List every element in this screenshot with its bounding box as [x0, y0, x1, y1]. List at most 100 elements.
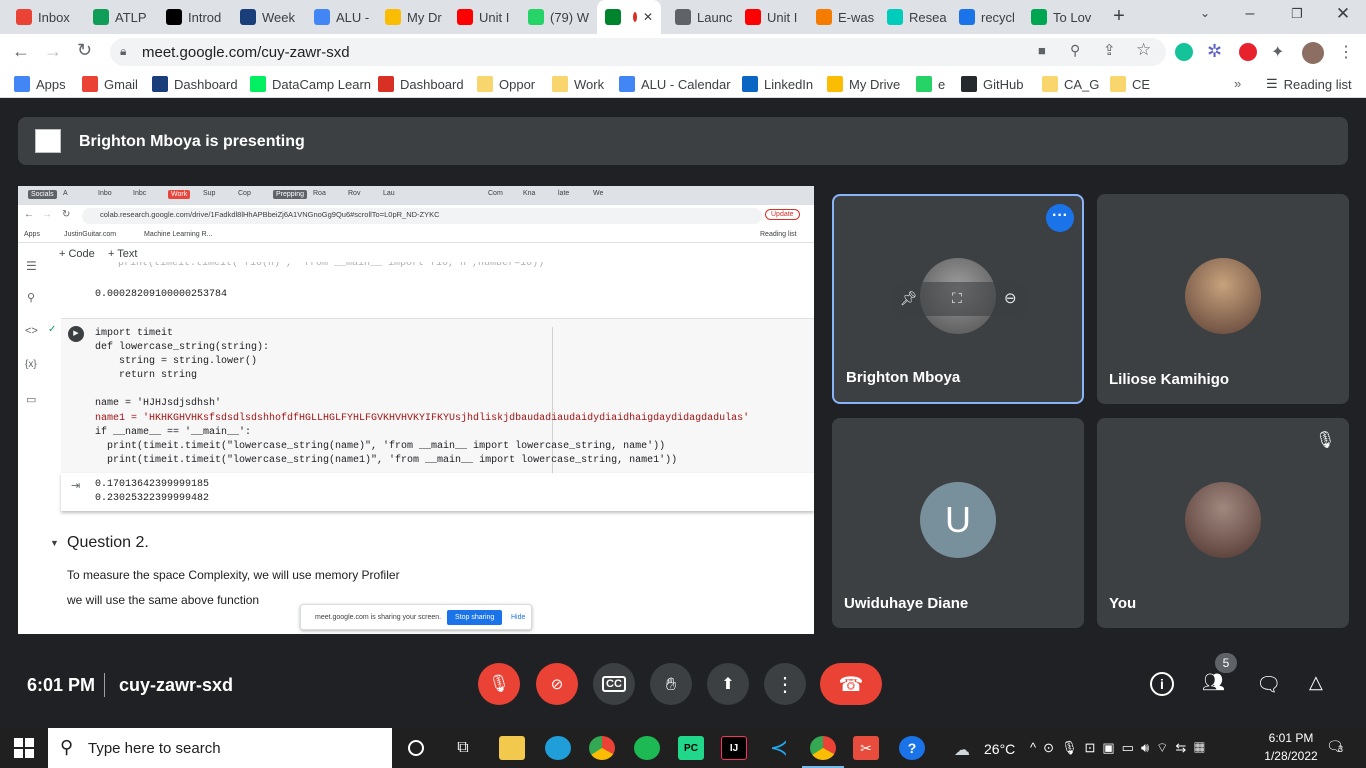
- grammarly-icon[interactable]: [1175, 43, 1193, 61]
- tile-hover-controls[interactable]: 📌︎ ⛶ ⊖: [890, 282, 1030, 316]
- snipping-tool-icon[interactable]: ✂: [853, 736, 879, 760]
- menu-icon[interactable]: ⋮: [1338, 42, 1354, 62]
- browser-tab[interactable]: ATLP: [85, 0, 155, 34]
- bookmark-star-icon[interactable]: ☆: [1136, 40, 1151, 60]
- bookmark-item[interactable]: Dashboard: [152, 70, 238, 98]
- chrome-icon[interactable]: [589, 736, 615, 760]
- share-icon[interactable]: ⇪: [1103, 41, 1116, 59]
- browser-tab[interactable]: My Dr: [377, 0, 447, 34]
- adblock-icon[interactable]: [1239, 43, 1257, 61]
- code-snippets-icon: <>: [25, 325, 38, 337]
- remove-icon[interactable]: ⊖: [1004, 289, 1017, 307]
- new-tab-button[interactable]: +: [1108, 6, 1130, 28]
- captions-button[interactable]: CC: [593, 663, 635, 705]
- activities-button[interactable]: △: [1309, 672, 1323, 693]
- bookmarks-bar: Apps Gmail Dashboard DataCamp Learn Dashboar…: [0, 70, 1366, 98]
- screen-thumbnail-icon: [35, 129, 61, 153]
- participant-tile-you[interactable]: 🎙︎ You: [1097, 418, 1349, 628]
- reload-button[interactable]: ↻: [77, 40, 92, 61]
- camera-toggle-button[interactable]: ⊘: [536, 663, 578, 705]
- notification-center-button[interactable]: 🗨︎ 3: [1326, 738, 1348, 758]
- bookmark-item[interactable]: LinkedIn: [742, 70, 813, 98]
- browser-tab[interactable]: recycl: [951, 0, 1021, 34]
- bookmarks-overflow-icon[interactable]: »: [1234, 76, 1241, 91]
- code-line: print(timeit.timeit("lowercase_string(na…: [95, 454, 678, 466]
- more-options-menu-button[interactable]: ⋮: [764, 663, 806, 705]
- chrome-active-icon[interactable]: [810, 736, 836, 760]
- intellij-icon[interactable]: IJ: [721, 736, 747, 760]
- leave-call-button[interactable]: ☎: [820, 663, 882, 705]
- youtube-icon: [745, 9, 761, 25]
- inner-bookmark-justinguitar: JustinGuitar.com: [64, 231, 117, 238]
- browser-tab[interactable]: Launc: [667, 0, 737, 34]
- bookmark-item[interactable]: Dashboard: [378, 70, 464, 98]
- pin-icon[interactable]: 📌︎: [900, 290, 918, 307]
- browser-tab[interactable]: Unit I: [449, 0, 519, 34]
- vscode-icon[interactable]: ≺: [766, 735, 792, 760]
- extensions-puzzle-icon[interactable]: ✦: [1271, 42, 1284, 62]
- people-button[interactable]: 👥︎: [1202, 672, 1230, 696]
- browser-tab[interactable]: E-was: [808, 0, 878, 34]
- edge-icon[interactable]: [545, 736, 571, 760]
- tab-search-icon[interactable]: ⌄: [1196, 6, 1214, 24]
- clock-time[interactable]: 6:01 PM: [1261, 731, 1321, 745]
- forward-button[interactable]: →: [44, 41, 62, 62]
- bookmark-item[interactable]: CA_G: [1042, 70, 1099, 98]
- bookmark-item[interactable]: CE: [1110, 70, 1150, 98]
- minimize-button[interactable]: –: [1240, 5, 1260, 25]
- zoom-icon[interactable]: ⚲: [1070, 42, 1080, 59]
- file-explorer-icon[interactable]: [499, 736, 525, 760]
- participant-tile-liliose[interactable]: Liliose Kamihigo: [1097, 194, 1349, 404]
- tray-icons[interactable]: ^⊙🎙︎⊡▣▭🔊︎⌔⇆▦: [1030, 740, 1212, 756]
- profile-avatar[interactable]: [1302, 42, 1324, 64]
- weather-icon[interactable]: ☁: [954, 740, 970, 760]
- bookmark-item[interactable]: My Drive: [827, 70, 900, 98]
- close-window-button[interactable]: ✕: [1333, 4, 1353, 24]
- browser-tab[interactable]: To Lov: [1023, 0, 1093, 34]
- participant-tile-uwiduhaye[interactable]: U Uwiduhaye Diane: [832, 418, 1084, 628]
- clock-date[interactable]: 1/28/2022: [1256, 749, 1326, 763]
- tab-label: Unit I: [767, 9, 798, 25]
- end-call-icon: ☎: [838, 673, 864, 696]
- browser-tab[interactable]: Resea: [879, 0, 949, 34]
- help-icon[interactable]: ?: [899, 736, 925, 760]
- address-bar[interactable]: 🔒︎ meet.google.com/cuy-zawr-sxd ■ ⚲ ⇪ ☆: [110, 38, 1166, 66]
- browser-tab[interactable]: (79) W: [520, 0, 590, 34]
- taskbar-search[interactable]: ⚲ Type here to search: [48, 728, 392, 768]
- extension-icon[interactable]: ✲: [1207, 41, 1222, 62]
- bookmark-item[interactable]: ALU - Calendar: [619, 70, 731, 98]
- bookmark-item[interactable]: GitHub: [961, 70, 1023, 98]
- more-options-button[interactable]: ···: [1046, 204, 1074, 232]
- bookmark-item[interactable]: DataCamp Learn: [250, 70, 371, 98]
- raise-hand-button[interactable]: ✋︎: [650, 663, 692, 705]
- bookmark-item[interactable]: Work: [552, 70, 604, 98]
- bookmark-item[interactable]: e: [916, 70, 945, 98]
- browser-tab[interactable]: ✕: [597, 0, 661, 34]
- browser-tab[interactable]: Inbox: [8, 0, 78, 34]
- fullscreen-icon[interactable]: ⛶: [952, 290, 962, 307]
- present-button[interactable]: ⬆: [707, 663, 749, 705]
- bookmark-item[interactable]: Gmail: [82, 70, 138, 98]
- back-button[interactable]: ←: [12, 41, 30, 62]
- apps-grid-icon: [14, 76, 30, 92]
- start-button[interactable]: [14, 738, 34, 758]
- bookmark-item[interactable]: Apps: [14, 70, 66, 98]
- camera-icon[interactable]: ■: [1038, 43, 1046, 58]
- pycharm-icon[interactable]: PC: [678, 736, 704, 760]
- participant-tile-brighton[interactable]: 📌︎ ⛶ ⊖ ··· Brighton Mboya: [832, 194, 1084, 404]
- browser-tab[interactable]: Unit I: [737, 0, 807, 34]
- task-view-icon[interactable]: ⧉: [450, 736, 476, 760]
- mic-toggle-button[interactable]: 🎙︎: [478, 663, 520, 705]
- bookmark-item[interactable]: Oppor: [477, 70, 535, 98]
- reading-list-button[interactable]: ☰ Reading list: [1266, 70, 1352, 98]
- meeting-details-button[interactable]: i: [1150, 672, 1174, 696]
- maximize-button[interactable]: ❐: [1287, 6, 1307, 26]
- chat-button[interactable]: 🗨︎: [1256, 672, 1281, 697]
- browser-tab[interactable]: ALU -: [306, 0, 376, 34]
- weather-temp[interactable]: 26°C: [984, 741, 1015, 757]
- close-tab-icon[interactable]: ✕: [643, 10, 653, 24]
- spotify-icon[interactable]: [634, 736, 660, 760]
- browser-tab[interactable]: Introd: [158, 0, 228, 34]
- cortana-icon[interactable]: [403, 736, 429, 760]
- browser-tab[interactable]: Week: [232, 0, 302, 34]
